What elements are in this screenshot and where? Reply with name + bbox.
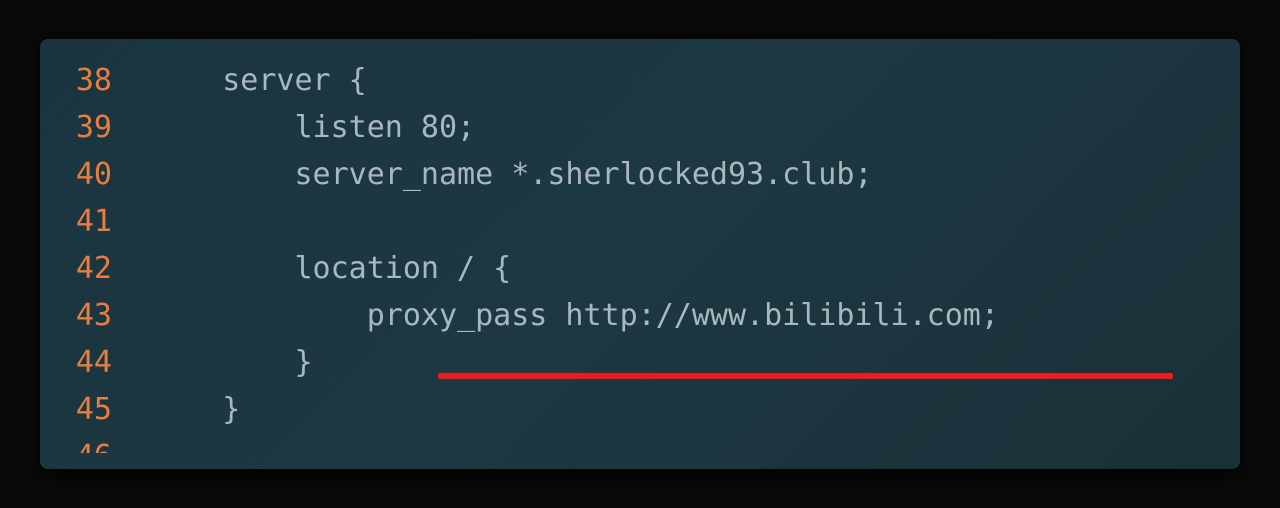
line-number: 45	[40, 386, 150, 433]
line-number: 40	[40, 151, 150, 198]
line-number: 38	[40, 57, 150, 104]
line-code: server {	[150, 57, 367, 104]
code-editor-panel: 37 38 server { 39 listen 80; 40 server_n…	[40, 39, 1240, 469]
code-line-partial: 37	[40, 39, 1240, 57]
code-line: 42 location / {	[40, 245, 1240, 292]
code-line: 41	[40, 198, 1240, 245]
code-line-partial: 46	[40, 433, 1240, 453]
code-line: 39 listen 80;	[40, 104, 1240, 151]
line-code: }	[150, 339, 313, 386]
line-number: 41	[40, 198, 150, 245]
code-content: 37 38 server { 39 listen 80; 40 server_n…	[40, 39, 1240, 469]
code-line: 45 }	[40, 386, 1240, 433]
line-number: 39	[40, 104, 150, 151]
line-code: listen 80;	[150, 104, 475, 151]
code-line: 43 proxy_pass http://www.bilibili.com;	[40, 292, 1240, 339]
code-line: 38 server {	[40, 57, 1240, 104]
line-number: 42	[40, 245, 150, 292]
line-code: server_name *.sherlocked93.club;	[150, 151, 872, 198]
line-code: }	[150, 386, 240, 433]
line-number: 44	[40, 339, 150, 386]
code-line: 40 server_name *.sherlocked93.club;	[40, 151, 1240, 198]
line-code: proxy_pass http://www.bilibili.com;	[150, 292, 999, 339]
line-number: 43	[40, 292, 150, 339]
line-code: location / {	[150, 245, 511, 292]
line-number: 46	[40, 433, 150, 453]
red-underline-annotation	[438, 373, 1173, 379]
